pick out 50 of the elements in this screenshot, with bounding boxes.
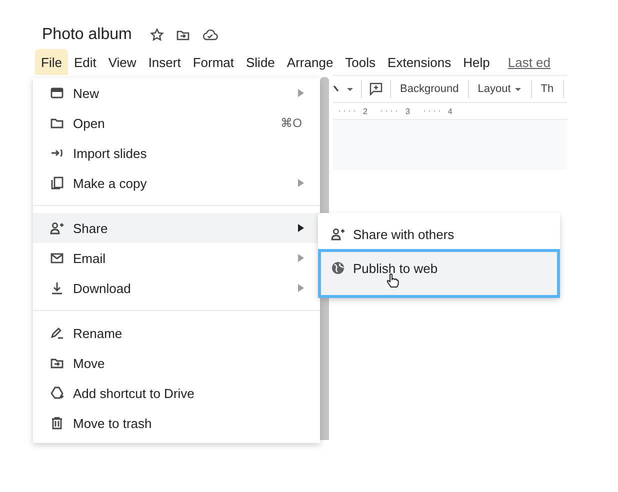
submenu-item[interactable]: Share with others — [318, 219, 560, 249]
menu-item[interactable]: Download — [33, 273, 320, 303]
folder-arrow-icon[interactable] — [176, 28, 190, 42]
toolbar-button[interactable]: Th — [538, 83, 556, 95]
line-icon[interactable] — [333, 85, 339, 93]
menu-item[interactable]: Make a copy — [33, 168, 320, 198]
menu-item[interactable]: Open ⌘O — [33, 108, 320, 138]
add-comment-icon[interactable] — [369, 82, 383, 96]
folder-arrow-icon — [50, 356, 64, 370]
menu-bar-item[interactable]: Insert — [142, 49, 187, 75]
envelope-icon — [50, 251, 64, 265]
menu-item[interactable]: Move — [33, 348, 320, 378]
slide-icon — [50, 86, 64, 100]
menu-item[interactable]: Rename — [33, 318, 320, 348]
menu-bar-item[interactable]: Slide — [240, 49, 281, 75]
menu-bar-item[interactable]: Edit — [68, 49, 102, 75]
last-edit-link[interactable]: Last ed — [508, 54, 551, 70]
menu-item[interactable]: Import slides — [33, 138, 320, 168]
ruler-number: 4 — [448, 106, 452, 116]
menu-bar-item[interactable]: View — [102, 49, 142, 75]
ruler-number: 2 — [363, 106, 368, 116]
copy-icon — [50, 176, 64, 190]
toolbar-button[interactable]: Background — [398, 83, 461, 95]
menu-bar-item[interactable]: Tools — [339, 49, 382, 75]
triangle-plus-icon — [50, 386, 64, 400]
menu-bar-item[interactable]: Extensions — [382, 49, 458, 75]
menu-item[interactable]: Add shortcut to Drive — [33, 378, 320, 408]
folder-icon — [50, 116, 64, 130]
person-add-icon — [50, 221, 64, 235]
menu-item[interactable]: New — [33, 78, 320, 108]
star-icon[interactable] — [150, 28, 164, 42]
menu-bar-item[interactable]: Help — [457, 49, 496, 75]
menu-bar-item[interactable]: Arrange — [280, 49, 340, 75]
cloud-icon[interactable] — [202, 28, 218, 42]
menu-item[interactable]: Share — [33, 213, 320, 243]
pencil-icon — [50, 326, 64, 340]
menu-bar-item[interactable]: File — [35, 49, 68, 75]
person-add-icon — [331, 227, 345, 241]
layout-dropdown[interactable]: Layout — [476, 83, 524, 95]
hand-cursor-icon — [386, 273, 399, 288]
download-icon — [50, 281, 64, 295]
document-title[interactable]: Photo album — [42, 26, 132, 44]
caret-icon — [514, 86, 522, 92]
menu-bar-item[interactable]: Format — [186, 49, 240, 75]
menu-item[interactable]: Move to trash — [33, 408, 320, 438]
caret-icon[interactable] — [346, 86, 354, 92]
submenu-item[interactable]: Publish to web — [318, 249, 560, 298]
trash-icon — [50, 416, 64, 430]
globe-icon — [331, 261, 345, 275]
ruler-number: 3 — [405, 106, 410, 116]
